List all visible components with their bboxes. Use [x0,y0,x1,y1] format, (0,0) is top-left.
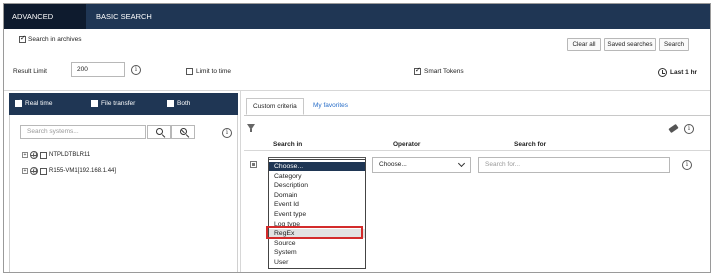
real-time-checkbox[interactable] [15,98,22,107]
top-tab-bar: ADVANCED SEARCH BASIC SEARCH [4,4,710,46]
real-time-label: Real time [25,100,53,107]
globe-icon [30,151,38,159]
column-header-search-for: Search for [514,141,547,148]
expand-icon[interactable]: + [22,168,28,174]
system-tree-item[interactable]: + NTPLDTBLR11 [22,151,90,159]
operator-select-value: Choose... [379,161,407,168]
header-divider [244,150,710,151]
clear-systems-search-button[interactable] [171,125,195,139]
tab-underline [244,115,710,116]
smart-tokens-option[interactable]: Smart Tokens [414,66,464,75]
globe-icon [30,167,38,175]
real-time-option[interactable]: Real time [15,98,53,107]
result-limit-label: Result Limit [13,68,47,75]
dropdown-option[interactable]: Event Id [269,200,365,209]
clear-all-button[interactable]: Clear all [567,38,601,51]
dropdown-option[interactable]: Source [269,239,365,248]
column-header-search-in: Search in [273,141,303,148]
search-in-archives-option[interactable]: Search in archives [19,34,82,43]
regex-highlight-box [266,226,363,239]
search-in-archives-label: Search in archives [28,36,82,43]
both-label: Both [177,100,191,107]
dropdown-option[interactable]: Event type [269,210,365,219]
clear-search-icon [180,128,187,135]
file-transfer-option[interactable]: File transfer [91,100,135,107]
divider [4,90,710,91]
system-checkbox[interactable] [40,151,47,159]
limit-to-time-label: Limit to time [196,68,232,75]
tab-custom-criteria[interactable]: Custom criteria [246,98,304,115]
info-icon[interactable]: i [222,128,232,138]
limit-to-time-checkbox[interactable] [186,68,193,75]
limit-to-time-option[interactable]: Limit to time [186,68,231,75]
system-name: R155-VM1[192.168.1.44] [49,168,117,174]
info-icon[interactable]: i [131,65,141,75]
dropdown-option[interactable]: Domain [269,191,365,200]
system-name: NTPLDTBLR11 [49,152,91,158]
filter-icon[interactable] [247,124,255,132]
eraser-icon[interactable] [668,123,679,134]
source-type-bar: Real time File transfer Both [9,93,238,115]
smart-tokens-label: Smart Tokens [424,68,464,75]
info-icon[interactable]: i [684,124,694,134]
expand-icon[interactable]: + [22,152,28,158]
dropdown-option[interactable]: System [269,248,365,257]
tab-advanced-search[interactable]: ADVANCED SEARCH [4,4,86,46]
advanced-search-window: ADVANCED SEARCH BASIC SEARCH Search in a… [3,3,711,273]
chevron-down-icon [457,159,466,168]
both-checkbox[interactable] [167,100,174,107]
both-option[interactable]: Both [167,100,190,107]
system-tree-item[interactable]: + R155-VM1[192.168.1.44] [22,167,116,175]
result-limit-input[interactable]: 200 [71,62,125,77]
time-range-label[interactable]: Last 1 hr [670,69,697,76]
search-for-input[interactable]: Search for... [478,157,670,173]
tab-basic-search[interactable]: BASIC SEARCH [88,4,160,29]
clock-icon[interactable] [658,68,667,77]
dropdown-option[interactable]: User [269,258,365,267]
dropdown-option[interactable]: Description [269,181,365,190]
panel-divider [240,91,241,272]
system-checkbox[interactable] [40,167,47,175]
search-systems-button[interactable] [147,125,171,139]
criteria-row-icon[interactable] [250,161,257,168]
column-header-operator: Operator [393,141,421,148]
dropdown-option[interactable]: Category [269,172,365,181]
search-button[interactable]: Search [659,38,689,51]
search-icon [156,128,163,135]
file-transfer-label: File transfer [101,100,136,107]
smart-tokens-checkbox[interactable] [414,66,421,75]
tab-my-favorites[interactable]: My favorites [307,98,354,115]
search-systems-input[interactable]: Search systems... [20,125,146,139]
file-transfer-checkbox[interactable] [91,100,98,107]
operator-select[interactable]: Choose... [372,157,471,173]
info-icon[interactable]: i [682,160,692,170]
search-in-archives-checkbox[interactable] [19,34,26,43]
dropdown-option[interactable]: Choose... [269,162,365,171]
search-in-dropdown-list[interactable]: Choose... Category Description Domain Event … [268,159,366,269]
saved-searches-button[interactable]: Saved searches [604,38,656,51]
